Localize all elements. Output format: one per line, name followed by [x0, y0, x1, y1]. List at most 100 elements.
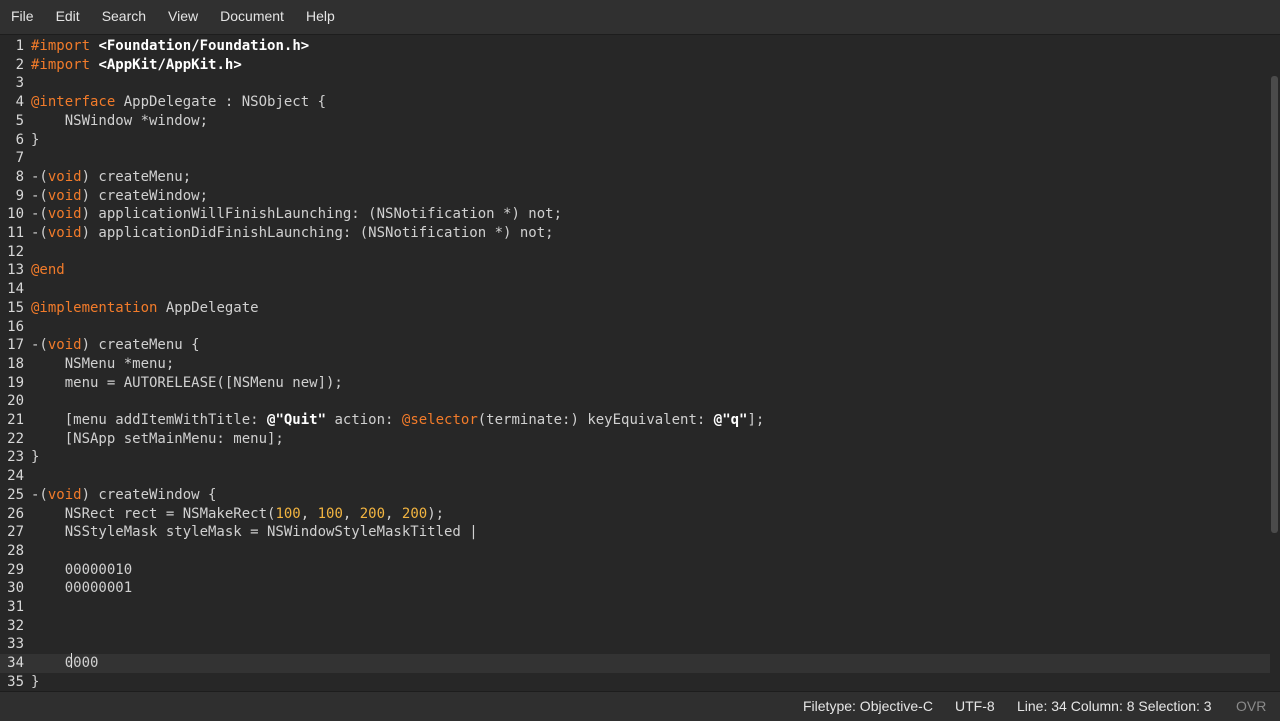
code-line[interactable]: 24 — [0, 467, 1270, 486]
code-line[interactable]: 20 — [0, 392, 1270, 411]
menu-file[interactable]: File — [0, 0, 45, 34]
code-line[interactable]: 8 -(void) createMenu; — [0, 168, 1270, 187]
code-token: AppDelegate : NSObject { — [115, 94, 327, 111]
code-token: NSRect rect = NSMakeRect( — [31, 505, 276, 522]
line-code: } — [31, 673, 39, 690]
line-number: 15 — [7, 299, 24, 316]
line-number: 11 — [7, 225, 24, 241]
code-line[interactable]: 3 — [0, 74, 1270, 93]
code-line[interactable]: 25 -(void) createWindow { — [0, 486, 1270, 505]
line-number: 20 — [7, 393, 24, 410]
code-token: <Foundation/Foundation.h> — [98, 38, 310, 54]
code-line[interactable]: 33 — [0, 635, 1270, 654]
line-code: 00000010 — [31, 561, 132, 580]
code-token: 0000 — [31, 655, 99, 672]
code-line[interactable]: 31 — [0, 598, 1270, 617]
code-line[interactable]: 22 [NSApp setMainMenu: menu]; — [0, 430, 1270, 449]
code-line[interactable]: 35} — [0, 673, 1270, 690]
line-number: 6 — [15, 131, 24, 148]
code-line[interactable]: 17 -(void) createMenu { — [0, 336, 1270, 355]
line-code: -(void) applicationDidFinishLaunching: (… — [31, 224, 554, 243]
line-code: #import <Foundation/Foundation.h> — [31, 37, 309, 56]
code-token: -( — [31, 337, 48, 354]
code-line[interactable]: 16 — [0, 318, 1270, 337]
line-number: 35 — [7, 673, 24, 690]
code-line[interactable]: 5 NSWindow *window; — [0, 112, 1270, 131]
code-line[interactable]: 19 menu = AUTORELEASE([NSMenu new]); — [0, 374, 1270, 393]
menu-help[interactable]: Help — [295, 0, 346, 34]
code-line[interactable]: 9 -(void) createWindow; — [0, 187, 1270, 206]
code-token: -( — [31, 168, 48, 185]
line-code: 0000 — [31, 654, 99, 673]
code-token: #import — [31, 56, 91, 73]
code-line[interactable]: 32 — [0, 617, 1270, 636]
text-cursor — [71, 653, 72, 668]
vertical-scrollbar[interactable] — [1271, 76, 1278, 533]
line-code: NSStyleMask styleMask = NSWindowStyleMas… — [31, 523, 478, 542]
code-line[interactable]: 7 — [0, 149, 1270, 168]
code-line[interactable]: 34 0000 — [0, 654, 1270, 673]
code-line[interactable]: 23} — [0, 448, 1270, 467]
menu-view[interactable]: View — [157, 0, 209, 34]
code-token: -( — [31, 206, 48, 223]
code-token: } — [31, 673, 40, 690]
line-number: 28 — [7, 542, 24, 559]
code-token: <AppKit/AppKit.h> — [98, 56, 242, 73]
menu-bar: File Edit Search View Document Help — [0, 0, 1280, 35]
line-number: 13 — [7, 262, 24, 279]
line-number: 19 — [7, 374, 24, 391]
code-line[interactable]: 14 — [0, 280, 1270, 299]
code-token: void — [47, 168, 82, 185]
line-number: 27 — [7, 524, 24, 541]
code-line[interactable]: 26 NSRect rect = NSMakeRect(100, 100, 20… — [0, 505, 1270, 524]
code-line[interactable]: 1 #import <Foundation/Foundation.h> — [0, 37, 1270, 56]
code-token: @"Quit" — [267, 412, 327, 428]
menu-document[interactable]: Document — [209, 0, 295, 34]
line-number: 24 — [7, 468, 24, 485]
line-number: 29 — [7, 561, 24, 578]
code-token: void — [47, 337, 82, 354]
code-token: ]; — [747, 412, 765, 428]
code-line[interactable]: 30 00000001 — [0, 579, 1270, 598]
code-token: @"q" — [713, 412, 748, 428]
code-line[interactable]: 18 NSMenu *menu; — [0, 355, 1270, 374]
menu-edit[interactable]: Edit — [45, 0, 91, 34]
code-line[interactable]: 21 [menu addItemWithTitle: @"Quit" actio… — [0, 411, 1270, 430]
code-line[interactable]: 27 NSStyleMask styleMask = NSWindowStyle… — [0, 523, 1270, 542]
code-token: void — [47, 187, 82, 204]
code-line[interactable]: 10 -(void) applicationWillFinishLaunching… — [0, 205, 1270, 224]
code-line[interactable]: 11 -(void) applicationDidFinishLaunching:… — [0, 224, 1270, 243]
line-number: 3 — [15, 75, 24, 92]
line-code: -(void) createMenu { — [31, 336, 200, 355]
menu-search[interactable]: Search — [91, 0, 157, 34]
status-cursor-position: Line: 34 Column: 8 Selection: 3 — [1017, 698, 1212, 714]
line-code: NSRect rect = NSMakeRect(100, 100, 200, … — [31, 505, 444, 524]
code-line[interactable]: 29 00000010 — [0, 561, 1270, 580]
code-line[interactable]: 12 — [0, 243, 1270, 262]
line-code: -(void) applicationWillFinishLaunching: … — [31, 205, 562, 224]
code-token: void — [47, 486, 82, 503]
code-line[interactable]: 2 #import <AppKit/AppKit.h> — [0, 56, 1270, 75]
code-line[interactable]: 6} — [0, 131, 1270, 150]
code-line[interactable]: 28 — [0, 542, 1270, 561]
code-editor[interactable]: 35} 34 0000 33 32 31 30 00000001 29 00000010 28… — [0, 36, 1280, 690]
line-number: 8 — [15, 168, 24, 185]
code-line[interactable]: 4 @interface AppDelegate : NSObject { — [0, 93, 1270, 112]
status-filetype: Filetype: Objective-C — [803, 698, 933, 714]
code-token: -( — [31, 486, 48, 503]
code-line[interactable]: 15 @implementation AppDelegate — [0, 299, 1270, 318]
code-token: [menu addItemWithTitle: — [31, 412, 268, 428]
line-number: 30 — [7, 580, 24, 597]
code-token: NSMenu *menu; — [31, 355, 175, 372]
line-code: [menu addItemWithTitle: @"Quit" action: … — [31, 411, 765, 430]
line-code: -(void) createWindow { — [31, 486, 216, 505]
line-code: @end — [31, 261, 65, 280]
line-number: 34 — [7, 655, 24, 672]
line-code: NSWindow *window; — [31, 112, 208, 131]
code-token: } — [31, 449, 40, 466]
code-token: 200 — [401, 505, 428, 522]
code-line[interactable]: 13 @end — [0, 261, 1270, 280]
line-code: NSMenu *menu; — [31, 355, 175, 374]
mascot-cursor-icon — [104, 688, 146, 690]
code-token: @selector — [401, 412, 478, 428]
